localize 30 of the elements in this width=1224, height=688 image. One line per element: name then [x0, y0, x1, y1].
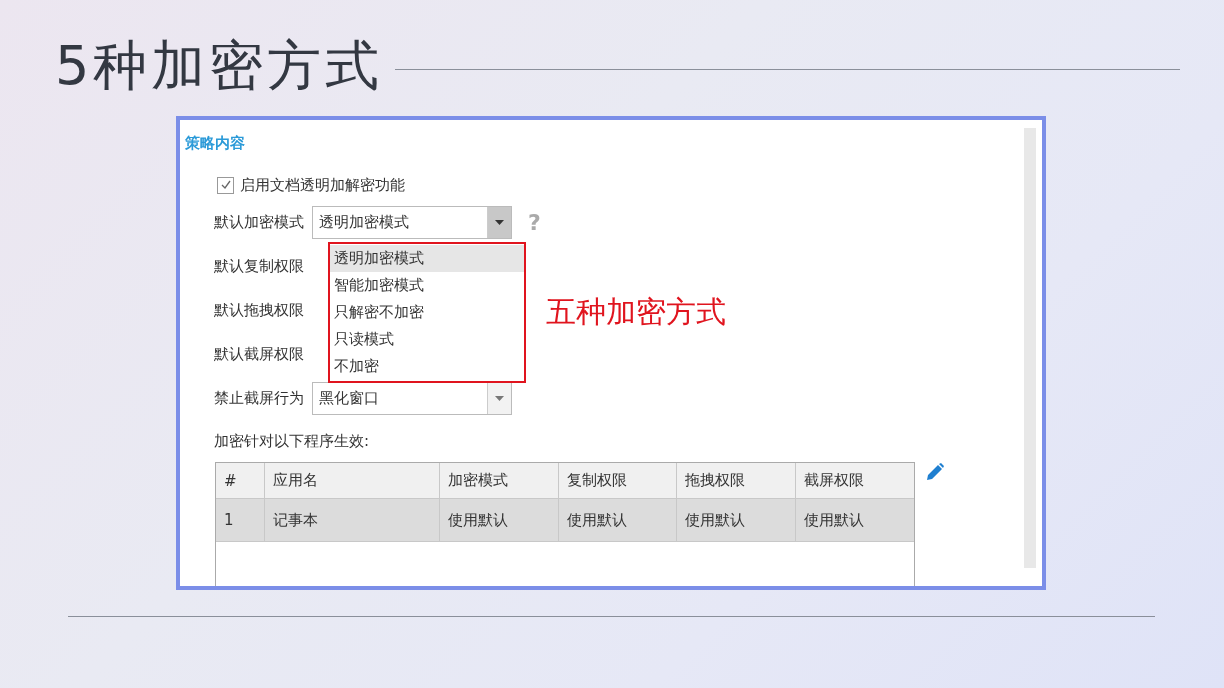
dropdown[interactable]: 透明加密模式 [312, 205, 512, 239]
table-cell: 使用默认 [677, 499, 796, 541]
checkmark-icon [219, 179, 232, 191]
annotation-text: 五种加密方式 [546, 293, 726, 331]
section-heading: 策略内容 [185, 134, 246, 154]
checkbox[interactable] [217, 176, 234, 194]
field-label: 禁止截屏行为 [214, 388, 304, 408]
slide-title: 5种加密方式 [55, 32, 384, 99]
dropdown-arrow-icon [495, 395, 504, 401]
table-cell: 1 [216, 499, 265, 541]
field-label: 默认拖拽权限 [214, 300, 304, 320]
table-caption: 加密针对以下程序生效: [214, 432, 371, 452]
column-header: 复制权限 [559, 463, 677, 498]
column-header: 应用名 [265, 463, 440, 498]
table-cell-text: 使用默认 [803, 509, 865, 531]
checkbox-label: 启用文档透明加解密功能 [240, 175, 405, 195]
table-cell: 使用默认 [440, 499, 559, 541]
pencil-icon[interactable] [925, 462, 945, 482]
table-cell: 使用默认 [559, 499, 677, 541]
dropdown-option[interactable]: 透明加密模式 [330, 245, 524, 272]
column-header: 拖拽权限 [677, 463, 796, 498]
table-cell: 记事本 [265, 499, 440, 541]
dropdown-arrow-icon [495, 219, 504, 225]
dropdown[interactable]: 黑化窗口 [312, 381, 512, 415]
field-label: 默认截屏权限 [214, 344, 304, 364]
field-label: 默认复制权限 [214, 256, 304, 276]
column-header: 截屏权限 [803, 470, 865, 491]
column-header: # [216, 463, 265, 498]
column-header: 加密模式 [440, 463, 559, 498]
field-label: 默认加密模式 [214, 212, 304, 232]
